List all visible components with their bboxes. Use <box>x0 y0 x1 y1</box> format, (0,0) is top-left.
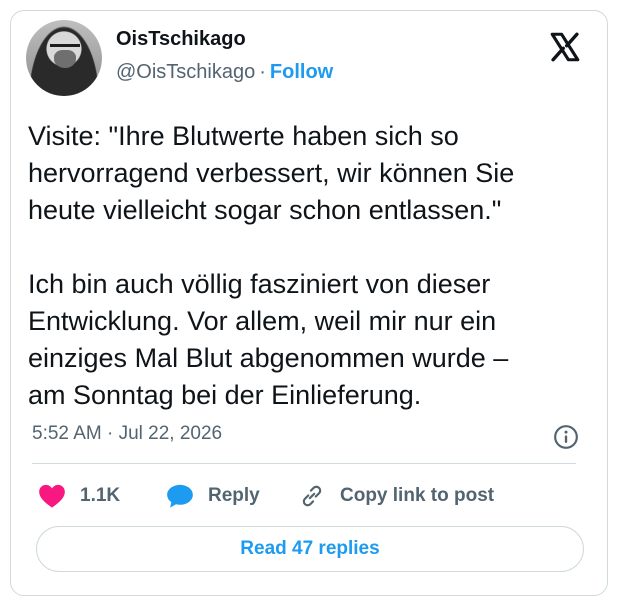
tweet-text: Visite: "Ihre Blutwerte haben sich so he… <box>28 121 515 410</box>
reply-button[interactable]: Reply <box>166 481 260 511</box>
follow-button[interactable]: Follow <box>270 61 333 83</box>
author-handle-row: @OisTschikago · Follow <box>116 61 333 84</box>
avatar[interactable] <box>26 20 102 96</box>
divider <box>32 463 576 464</box>
read-replies-label: Read 47 replies <box>240 538 380 559</box>
copy-link-label: Copy link to post <box>340 485 495 506</box>
avatar-beard <box>54 50 76 68</box>
handle-separator: · <box>259 61 266 83</box>
tweet-timestamp[interactable]: 5:52 AM · Jul 22, 2026 <box>32 423 222 445</box>
heart-icon <box>39 484 65 508</box>
link-icon <box>302 485 322 507</box>
x-logo-icon[interactable] <box>548 30 582 64</box>
reply-label: Reply <box>208 485 260 506</box>
like-count: 1.1K <box>80 485 121 506</box>
copy-link-button[interactable]: Copy link to post <box>298 481 494 511</box>
author-display-name[interactable]: OisTschikago <box>116 28 246 51</box>
speech-bubble-icon <box>167 484 193 508</box>
info-icon[interactable] <box>553 424 579 450</box>
read-replies-button[interactable]: Read 47 replies <box>36 526 584 572</box>
like-button[interactable]: 1.1K <box>38 481 120 511</box>
author-handle[interactable]: @OisTschikago <box>116 61 255 83</box>
